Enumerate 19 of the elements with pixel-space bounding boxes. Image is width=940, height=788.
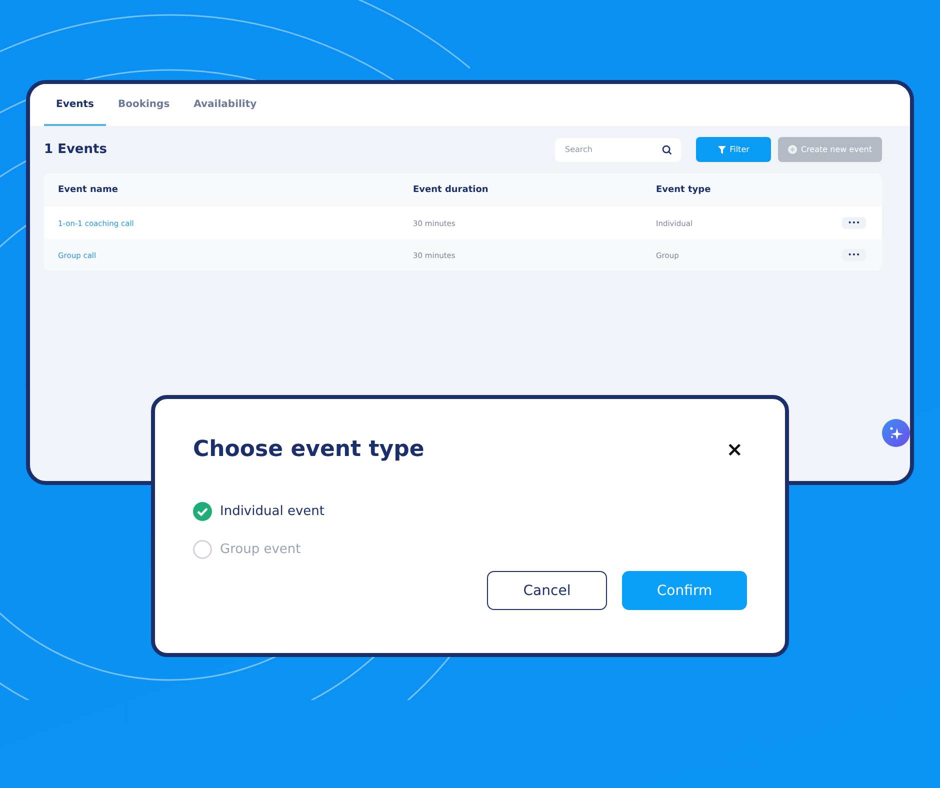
sparkle-icon xyxy=(889,426,903,440)
search-field[interactable]: Search xyxy=(555,138,681,162)
confirm-button[interactable]: Confirm xyxy=(622,571,747,610)
filter-button[interactable]: Filter xyxy=(696,137,771,162)
dialog-title: Choose event type xyxy=(193,437,424,462)
tab[interactable]: Availability xyxy=(182,84,269,126)
search-icon xyxy=(662,144,672,154)
cancel-button[interactable]: Cancel xyxy=(487,571,607,610)
radio-option[interactable]: Group event xyxy=(193,540,747,559)
plus-circle-icon xyxy=(788,145,797,154)
close-button[interactable]: × xyxy=(722,439,747,459)
column-header: Event duration xyxy=(413,185,490,195)
filter-icon xyxy=(718,146,726,154)
page-heading: 1 Events xyxy=(44,142,108,157)
tab[interactable]: Events xyxy=(44,84,106,126)
column-header: Event name xyxy=(58,185,119,195)
tab[interactable]: Bookings xyxy=(106,84,182,126)
radio-option[interactable]: Individual event xyxy=(193,502,747,521)
column-header: Event type xyxy=(656,185,712,195)
